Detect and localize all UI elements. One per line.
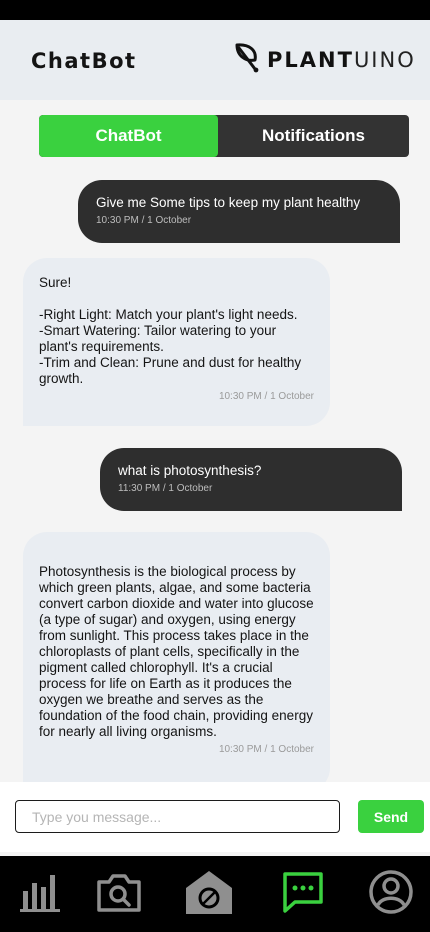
message-timestamp: 10:30 PM / 1 October [218,391,314,402]
nav-item-chat[interactable] [268,856,338,932]
app-header: ChatBot PLANTUINO [0,20,430,100]
message-text: Photosynthesis is the biological process… [39,564,314,739]
composer-bar: Send [0,782,430,852]
page-title: ChatBot [31,49,137,73]
message-text: Sure! -Right Light: Match your plant's l… [39,275,302,386]
tab-notifications[interactable]: Notifications [218,115,409,157]
tab-chatbot[interactable]: ChatBot [39,115,218,157]
nav-item-greenhouse[interactable] [174,856,244,932]
bottom-nav [0,856,430,932]
brand-logo: PLANTUINO [233,42,416,79]
message-timestamp: 10:30 PM / 1 October [96,215,192,226]
brand-name: PLANTUINO [267,48,416,72]
brand-name-light: UINO [353,48,416,72]
message-input[interactable] [15,800,340,833]
nav-item-stats[interactable] [6,856,76,932]
nav-item-camera[interactable] [84,856,154,932]
message-timestamp: 11:30 PM / 1 October [118,483,213,494]
user-message: Give me Some tips to keep my plant healt… [78,180,400,243]
message-text: what is photosynthesis? [118,463,262,478]
message-timestamp: 10:30 PM / 1 October [218,744,314,755]
bot-message: Photosynthesis is the biological process… [23,532,330,782]
profile-icon [368,869,414,920]
bot-message: Sure! -Right Light: Match your plant's l… [23,258,330,426]
brand-name-strong: PLANT [267,48,354,72]
send-button[interactable]: Send [358,800,424,833]
message-text: Give me Some tips to keep my plant healt… [96,195,361,210]
bar-chart-icon [18,871,64,918]
status-bar [0,0,430,20]
chat-thread[interactable]: Give me Some tips to keep my plant healt… [0,168,430,782]
tab-bar: ChatBot Notifications [39,115,409,157]
chat-icon [281,870,325,919]
user-message: what is photosynthesis? 11:30 PM / 1 Oct… [100,448,402,511]
leaf-logo-icon [233,42,261,79]
nav-item-profile[interactable] [356,856,426,932]
greenhouse-icon [183,868,235,921]
camera-search-icon [95,870,143,919]
